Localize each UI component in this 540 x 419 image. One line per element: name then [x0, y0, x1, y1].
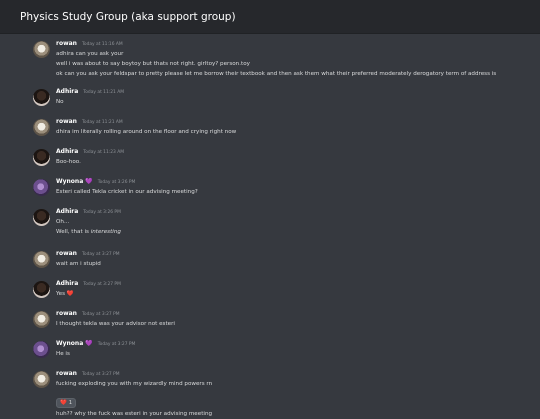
message-text: Boo-hoo.	[56, 159, 81, 165]
message: Adhira Today at 11:21 AM No	[0, 87, 540, 117]
message-text-italic: interesting	[90, 229, 121, 235]
message-text: I thought tekla was your advisor not est…	[56, 321, 175, 327]
message: Wynona 💜 Today at 3:26 PM Esteri called …	[0, 177, 540, 207]
purple-heart-icon: 💜	[85, 178, 93, 185]
username[interactable]: Wynona	[56, 177, 83, 187]
timestamp: Today at 3:27 PM	[97, 342, 136, 347]
message-text: huh?? why the fuck was esteri in your ad…	[56, 411, 213, 417]
username[interactable]: Wynona	[56, 339, 83, 349]
message-text: adhira can you ask your	[56, 51, 124, 57]
message: rowan Today at 11:21 AM dhira im literal…	[0, 117, 540, 147]
red-heart-icon: ❤️	[66, 291, 74, 297]
avatar-icon[interactable]	[33, 119, 50, 136]
avatar-icon[interactable]	[33, 251, 50, 268]
message: rowan Today at 3:27 PM wait am i stupid	[0, 249, 540, 279]
message-text: well i was about to say boytoy but thats…	[56, 61, 250, 67]
message: rowan Today at 3:27 PM I thought tekla w…	[0, 309, 540, 339]
message: Wynona 💜 Today at 3:27 PM He is	[0, 339, 540, 369]
message-text: He is	[56, 351, 70, 357]
timestamp: Today at 3:27 PM	[83, 282, 121, 287]
message: Adhira Today at 3:27 PM Yes ❤️	[0, 279, 540, 309]
reaction-count: 1	[68, 400, 73, 406]
message-text: Esteri called Tekla cricket in our advis…	[56, 189, 198, 195]
avatar-icon[interactable]	[33, 41, 50, 58]
username[interactable]: rowan	[56, 117, 77, 127]
username[interactable]: rowan	[56, 39, 77, 49]
message-text: Well, that is interesting	[56, 227, 532, 237]
reaction-button[interactable]: ❤️ 1	[56, 398, 77, 408]
avatar-icon[interactable]	[33, 149, 50, 166]
message-text: No	[56, 99, 64, 105]
message-text: ok can you ask your feldspar to pretty p…	[56, 71, 497, 77]
username[interactable]: Adhira	[56, 87, 78, 97]
message-text-part: Yes	[56, 291, 66, 297]
message-text: Oh...	[56, 219, 70, 225]
username[interactable]: rowan	[56, 249, 77, 259]
timestamp: Today at 11:21 AM	[83, 90, 125, 95]
avatar-icon[interactable]	[33, 341, 50, 358]
message: rowan Today at 3:27 PM fucking exploding…	[0, 369, 540, 417]
username[interactable]: rowan	[56, 309, 77, 319]
avatar-icon[interactable]	[33, 179, 50, 196]
username[interactable]: Adhira	[56, 147, 78, 157]
channel-title: Physics Study Group (aka support group)	[20, 10, 236, 23]
message-text: Yes ❤️	[56, 289, 532, 299]
message-text: fucking exploding you with my wizardly m…	[56, 381, 213, 387]
timestamp: Today at 3:26 PM	[83, 210, 121, 215]
avatar-icon[interactable]	[33, 281, 50, 298]
message-text: wait am i stupid	[56, 261, 101, 267]
message: rowan Today at 11:16 AM adhira can you a…	[0, 39, 540, 81]
message-list[interactable]: rowan Today at 11:16 AM adhira can you a…	[0, 34, 540, 417]
message: Adhira Today at 11:23 AM Boo-hoo.	[0, 147, 540, 177]
avatar-icon[interactable]	[33, 209, 50, 226]
avatar-icon[interactable]	[33, 371, 50, 388]
username[interactable]: rowan	[56, 369, 77, 379]
username[interactable]: Adhira	[56, 207, 78, 217]
timestamp: Today at 11:23 AM	[83, 150, 125, 155]
purple-heart-icon: 💜	[85, 340, 93, 347]
message: Adhira Today at 3:26 PM Oh... Well, that…	[0, 207, 540, 247]
username[interactable]: Adhira	[56, 279, 78, 289]
red-heart-icon: ❤️	[60, 400, 67, 406]
avatar-icon[interactable]	[33, 89, 50, 106]
avatar-icon[interactable]	[33, 311, 50, 328]
channel-header: Physics Study Group (aka support group)	[0, 0, 540, 34]
message-text: dhira im literally rolling around on the…	[56, 129, 237, 135]
message-text-part: Well, that is	[56, 229, 89, 235]
